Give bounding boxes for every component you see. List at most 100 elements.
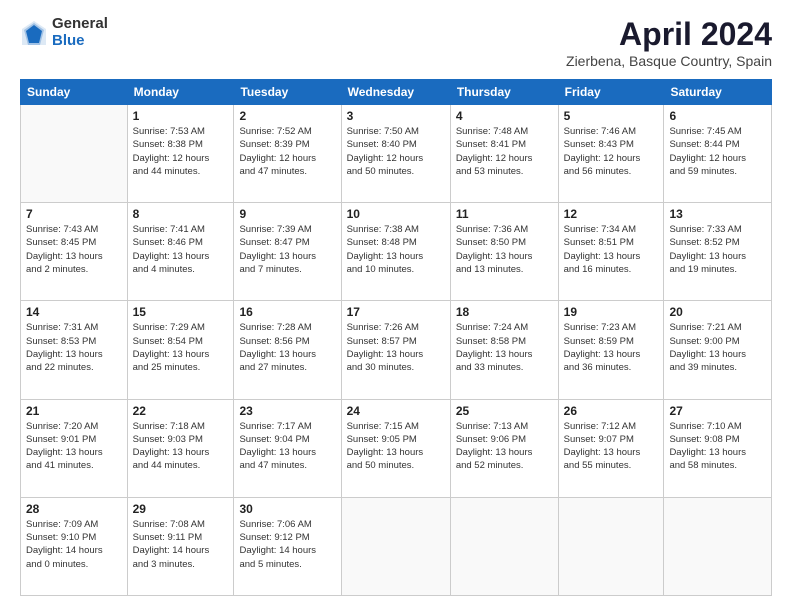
header-wednesday: Wednesday [341,80,450,105]
day-info: Sunrise: 7:17 AMSunset: 9:04 PMDaylight:… [239,420,335,473]
day-cell-w1-d1 [21,105,128,203]
day-cell-w4-d7: 27 Sunrise: 7:10 AMSunset: 9:08 PMDayligh… [664,399,772,497]
day-cell-w3-d6: 19Sunrise: 7:23 AMSunset: 8:59 PMDayligh… [558,301,664,399]
day-info: Sunrise: 7:38 AMSunset: 8:48 PMDaylight:… [347,223,445,276]
day-info: Sunrise: 7:48 AMSunset: 8:41 PMDaylight:… [456,125,553,178]
day-number: 20 [669,305,766,319]
day-info: Sunrise: 7:31 AMSunset: 8:53 PMDaylight:… [26,321,122,374]
day-cell-w2-d1: 7 Sunrise: 7:43 AMSunset: 8:45 PMDaylight… [21,203,128,301]
day-number: 10 [347,207,445,221]
day-info: Sunrise: 7:39 AMSunset: 8:47 PMDaylight:… [239,223,335,276]
day-info: Sunrise: 7:26 AMSunset: 8:57 PMDaylight:… [347,321,445,374]
day-info: Sunrise: 7:46 AMSunset: 8:43 PMDaylight:… [564,125,659,178]
page: General Blue April 2024 Zierbena, Basque… [0,0,792,612]
day-info: Sunrise: 7:43 AMSunset: 8:45 PMDaylight:… [26,223,122,276]
day-cell-w4-d5: 25 Sunrise: 7:13 AMSunset: 9:06 PMDayligh… [450,399,558,497]
day-number: 13 [669,207,766,221]
day-number: 6 [669,109,766,123]
day-info: Sunrise: 7:13 AMSunset: 9:06 PMDaylight:… [456,420,553,473]
day-info: Sunrise: 7:12 AMSunset: 9:07 PMDaylight:… [564,420,659,473]
day-number: 15 [133,305,229,319]
day-info: Sunrise: 7:08 AMSunset: 9:11 PMDaylight:… [133,518,229,571]
day-number: 14 [26,305,122,319]
day-info: Sunrise: 7:06 AMSunset: 9:12 PMDaylight:… [239,518,335,571]
day-cell-w1-d7: 6 Sunrise: 7:45 AMSunset: 8:44 PMDaylight… [664,105,772,203]
day-number: 21 [26,404,122,418]
day-cell-w2-d4: 10 Sunrise: 7:38 AMSunset: 8:48 PMDayligh… [341,203,450,301]
day-cell-w3-d7: 20 Sunrise: 7:21 AMSunset: 9:00 PMDayligh… [664,301,772,399]
header-saturday: Saturday [664,80,772,105]
day-info: Sunrise: 7:24 AMSunset: 8:58 PMDaylight:… [456,321,553,374]
day-number: 8 [133,207,229,221]
calendar-header: Sunday Monday Tuesday Wednesday Thursday… [21,80,772,105]
logo-general-text: General [52,16,108,33]
day-number: 1 [133,109,229,123]
header-thursday: Thursday [450,80,558,105]
day-cell-w5-d2: 29Sunrise: 7:08 AMSunset: 9:11 PMDayligh… [127,497,234,595]
day-info: Sunrise: 7:53 AMSunset: 8:38 PMDaylight:… [133,125,229,178]
day-info: Sunrise: 7:45 AMSunset: 8:44 PMDaylight:… [669,125,766,178]
day-cell-w1-d5: 4Sunrise: 7:48 AMSunset: 8:41 PMDaylight… [450,105,558,203]
day-cell-w1-d6: 5 Sunrise: 7:46 AMSunset: 8:43 PMDaylight… [558,105,664,203]
day-number: 26 [564,404,659,418]
day-info: Sunrise: 7:18 AMSunset: 9:03 PMDaylight:… [133,420,229,473]
day-number: 23 [239,404,335,418]
day-cell-w5-d4 [341,497,450,595]
day-number: 25 [456,404,553,418]
day-number: 27 [669,404,766,418]
day-number: 24 [347,404,445,418]
day-cell-w5-d5 [450,497,558,595]
day-number: 9 [239,207,335,221]
day-info: Sunrise: 7:41 AMSunset: 8:46 PMDaylight:… [133,223,229,276]
day-info: Sunrise: 7:21 AMSunset: 9:00 PMDaylight:… [669,321,766,374]
day-info: Sunrise: 7:36 AMSunset: 8:50 PMDaylight:… [456,223,553,276]
day-number: 22 [133,404,229,418]
day-number: 16 [239,305,335,319]
day-info: Sunrise: 7:09 AMSunset: 9:10 PMDaylight:… [26,518,122,571]
logo-blue-text: Blue [52,33,108,50]
calendar-table: Sunday Monday Tuesday Wednesday Thursday… [20,79,772,596]
day-cell-w4-d1: 21 Sunrise: 7:20 AMSunset: 9:01 PMDayligh… [21,399,128,497]
day-number: 5 [564,109,659,123]
day-cell-w4-d4: 24 Sunrise: 7:15 AMSunset: 9:05 PMDayligh… [341,399,450,497]
calendar-body: 1 Sunrise: 7:53 AMSunset: 8:38 PMDaylight… [21,105,772,596]
day-number: 19 [564,305,659,319]
day-cell-w5-d7 [664,497,772,595]
day-cell-w5-d1: 28Sunrise: 7:09 AMSunset: 9:10 PMDayligh… [21,497,128,595]
title-block: April 2024 Zierbena, Basque Country, Spa… [566,16,772,69]
day-cell-w4-d3: 23 Sunrise: 7:17 AMSunset: 9:04 PMDayligh… [234,399,341,497]
day-info: Sunrise: 7:20 AMSunset: 9:01 PMDaylight:… [26,420,122,473]
subtitle: Zierbena, Basque Country, Spain [566,53,772,69]
logo-icon [20,19,48,47]
day-info: Sunrise: 7:52 AMSunset: 8:39 PMDaylight:… [239,125,335,178]
day-cell-w1-d3: 2 Sunrise: 7:52 AMSunset: 8:39 PMDaylight… [234,105,341,203]
week-row-4: 21 Sunrise: 7:20 AMSunset: 9:01 PMDayligh… [21,399,772,497]
week-row-1: 1 Sunrise: 7:53 AMSunset: 8:38 PMDaylight… [21,105,772,203]
day-cell-w3-d1: 14 Sunrise: 7:31 AMSunset: 8:53 PMDayligh… [21,301,128,399]
day-info: Sunrise: 7:50 AMSunset: 8:40 PMDaylight:… [347,125,445,178]
day-number: 2 [239,109,335,123]
day-info: Sunrise: 7:33 AMSunset: 8:52 PMDaylight:… [669,223,766,276]
day-info: Sunrise: 7:29 AMSunset: 8:54 PMDaylight:… [133,321,229,374]
day-info: Sunrise: 7:15 AMSunset: 9:05 PMDaylight:… [347,420,445,473]
main-title: April 2024 [566,16,772,53]
day-number: 3 [347,109,445,123]
day-number: 30 [239,502,335,516]
day-number: 17 [347,305,445,319]
day-cell-w2-d6: 12Sunrise: 7:34 AMSunset: 8:51 PMDayligh… [558,203,664,301]
day-info: Sunrise: 7:10 AMSunset: 9:08 PMDaylight:… [669,420,766,473]
header: General Blue April 2024 Zierbena, Basque… [20,16,772,69]
week-row-5: 28Sunrise: 7:09 AMSunset: 9:10 PMDayligh… [21,497,772,595]
header-friday: Friday [558,80,664,105]
day-cell-w3-d5: 18 Sunrise: 7:24 AMSunset: 8:58 PMDayligh… [450,301,558,399]
day-cell-w2-d3: 9 Sunrise: 7:39 AMSunset: 8:47 PMDaylight… [234,203,341,301]
header-tuesday: Tuesday [234,80,341,105]
day-cell-w2-d7: 13 Sunrise: 7:33 AMSunset: 8:52 PMDayligh… [664,203,772,301]
day-number: 7 [26,207,122,221]
week-row-3: 14 Sunrise: 7:31 AMSunset: 8:53 PMDayligh… [21,301,772,399]
day-number: 18 [456,305,553,319]
day-cell-w3-d4: 17 Sunrise: 7:26 AMSunset: 8:57 PMDayligh… [341,301,450,399]
day-cell-w1-d2: 1 Sunrise: 7:53 AMSunset: 8:38 PMDaylight… [127,105,234,203]
day-number: 12 [564,207,659,221]
day-info: Sunrise: 7:28 AMSunset: 8:56 PMDaylight:… [239,321,335,374]
